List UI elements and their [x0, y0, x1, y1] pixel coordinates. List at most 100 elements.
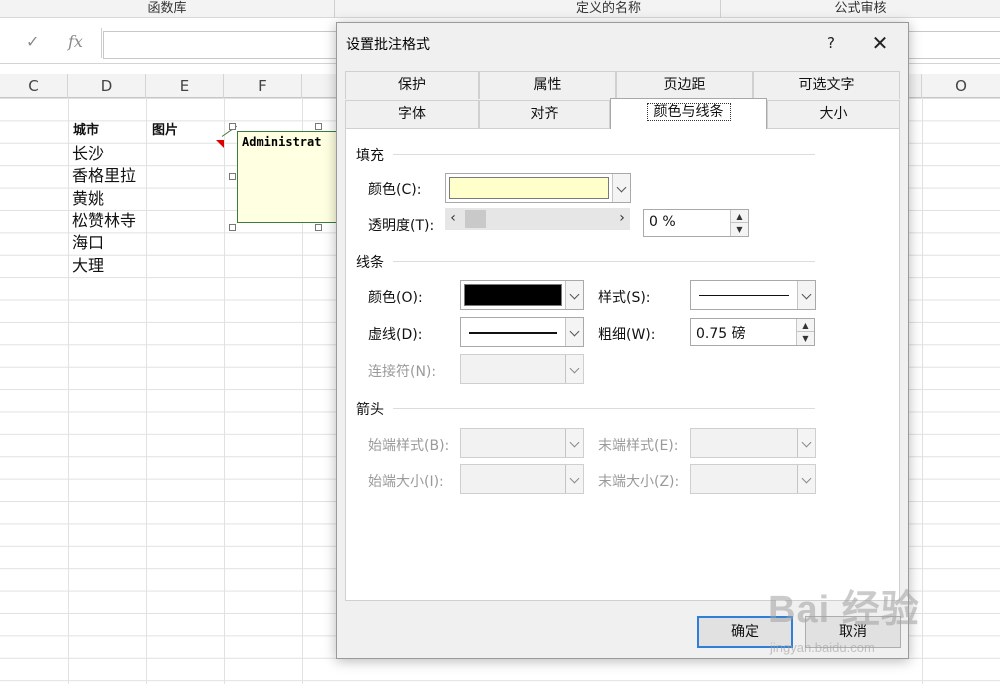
connector-label: 连接符(N): [368, 364, 437, 380]
section-divider [393, 261, 815, 262]
chevron-right-icon[interactable]: › [614, 208, 630, 230]
cell-city[interactable]: 香格里拉 [72, 165, 136, 187]
spin-down-icon[interactable]: ▼ [797, 332, 814, 345]
chevron-down-icon[interactable] [797, 281, 815, 309]
tab-colors-and-lines[interactable]: 颜色与线条 [610, 98, 767, 129]
tab-label: 保护 [398, 77, 426, 93]
transparency-slider[interactable]: ‹ › [445, 208, 630, 230]
line-section-label: 线条 [356, 255, 384, 271]
line-color-label: 颜色(O): [368, 290, 423, 306]
chevron-down-icon[interactable] [612, 174, 630, 202]
format-comment-dialog: 设置批注格式 ? ✕ 保护 属性 页边距 可选文字 字体 对齐 颜色与线条 大小… [336, 22, 909, 659]
chevron-left-icon[interactable]: ‹ [445, 208, 461, 230]
chevron-down-icon [565, 355, 583, 383]
close-icon[interactable]: ✕ [867, 31, 893, 55]
spinner-buttons: ▲ ▼ [796, 319, 814, 345]
line-style-preview [699, 295, 789, 296]
column-header-d[interactable]: D [68, 74, 146, 98]
chevron-down-icon [565, 429, 583, 457]
dash-dropdown[interactable] [460, 317, 584, 347]
spin-up-icon[interactable]: ▲ [797, 319, 814, 332]
resize-handle[interactable] [315, 224, 322, 231]
resize-handle[interactable] [229, 173, 236, 180]
tab-font[interactable]: 字体 [345, 100, 479, 128]
section-divider [393, 154, 815, 155]
end-style-dropdown [690, 428, 816, 458]
column-header-e[interactable]: E [146, 74, 224, 98]
formula-bar-divider [101, 28, 102, 58]
begin-style-label: 始端样式(B): [368, 438, 450, 454]
tab-protection[interactable]: 保护 [345, 71, 479, 99]
line-color-swatch [464, 284, 562, 306]
line-weight-spinner[interactable]: 0.75 磅 ▲ ▼ [690, 318, 815, 346]
line-weight-label: 粗细(W): [598, 327, 656, 343]
spin-up-icon[interactable]: ▲ [731, 210, 748, 223]
dialog-title: 设置批注格式 [346, 37, 430, 53]
ribbon-group-labels: 函数库 定义的名称 公式审核 [0, 0, 1000, 18]
resize-handle[interactable] [229, 224, 236, 231]
tab-label: 大小 [819, 106, 848, 122]
line-style-label: 样式(S): [598, 290, 651, 306]
grid-line [68, 98, 69, 684]
spinner-buttons: ▲ ▼ [730, 210, 748, 236]
chevron-down-icon [565, 465, 583, 493]
tab-properties[interactable]: 属性 [479, 71, 616, 99]
spin-down-icon[interactable]: ▼ [731, 223, 748, 236]
slider-thumb[interactable] [465, 210, 486, 228]
tab-alt-text[interactable]: 可选文字 [753, 71, 900, 99]
cell-city[interactable]: 长沙 [72, 143, 104, 165]
fill-color-swatch [449, 177, 609, 199]
fill-section-label: 填充 [356, 148, 384, 164]
column-header-c[interactable]: C [0, 74, 68, 98]
fill-color-dropdown[interactable] [445, 173, 631, 203]
end-style-label: 末端样式(E): [598, 438, 679, 454]
tab-label: 字体 [398, 106, 426, 122]
transparency-spinner[interactable]: 0 % ▲ ▼ [643, 209, 749, 237]
cell-city[interactable]: 黄姚 [72, 188, 104, 210]
cell-header-photo[interactable]: 图片 [152, 120, 178, 142]
grid-line [224, 98, 225, 684]
ribbon-group-defined-names: 定义的名称 [497, 0, 721, 18]
tab-label: 页边距 [663, 77, 706, 93]
cell-city[interactable]: 海口 [72, 232, 104, 254]
column-header-f[interactable]: F [224, 74, 302, 98]
comment-indicator-icon [216, 140, 224, 148]
resize-handle[interactable] [315, 123, 322, 130]
tab-margins[interactable]: 页边距 [616, 71, 753, 99]
column-header-o[interactable]: O [922, 74, 1000, 98]
chevron-down-icon[interactable] [565, 318, 583, 346]
help-button[interactable]: ? [819, 31, 843, 55]
comment-box[interactable]: Administrat [237, 131, 347, 223]
baidu-watermark-url: jingyan.baidu.com [770, 640, 875, 655]
end-size-label: 末端大小(Z): [598, 474, 680, 490]
line-style-dropdown[interactable] [690, 280, 816, 310]
grid-line [146, 98, 147, 684]
tab-alignment[interactable]: 对齐 [479, 100, 610, 128]
dash-preview [469, 332, 557, 334]
check-icon[interactable]: ✓ [26, 32, 39, 51]
cell-city[interactable]: 大理 [72, 255, 104, 277]
tab-size[interactable]: 大小 [767, 100, 900, 128]
cell-header-city[interactable]: 城市 [73, 120, 99, 142]
connector-dropdown [460, 354, 584, 384]
cell-city[interactable]: 松赞林寺 [72, 210, 136, 232]
transparency-value: 0 % [649, 214, 676, 230]
chevron-down-icon [797, 465, 815, 493]
line-color-dropdown[interactable] [460, 280, 584, 310]
tab-label: 对齐 [530, 106, 559, 122]
comment-author: Administrat [242, 135, 322, 149]
line-weight-value: 0.75 磅 [696, 326, 746, 342]
arrows-section-label: 箭头 [356, 402, 384, 418]
end-size-dropdown [690, 464, 816, 494]
begin-size-dropdown [460, 464, 584, 494]
chevron-down-icon [797, 429, 815, 457]
ribbon-group-function-library: 函数库 [0, 0, 335, 18]
chevron-down-icon[interactable] [565, 281, 583, 309]
insert-function-button[interactable]: fx [68, 32, 83, 51]
tab-label: 属性 [533, 77, 562, 93]
resize-handle[interactable] [229, 123, 236, 130]
fill-color-label: 颜色(C): [368, 182, 422, 198]
ribbon-group-formula-auditing: 公式审核 [834, 1, 887, 16]
baidu-watermark: Bai 经验 [768, 589, 920, 631]
tab-label: 颜色与线条 [646, 103, 731, 121]
